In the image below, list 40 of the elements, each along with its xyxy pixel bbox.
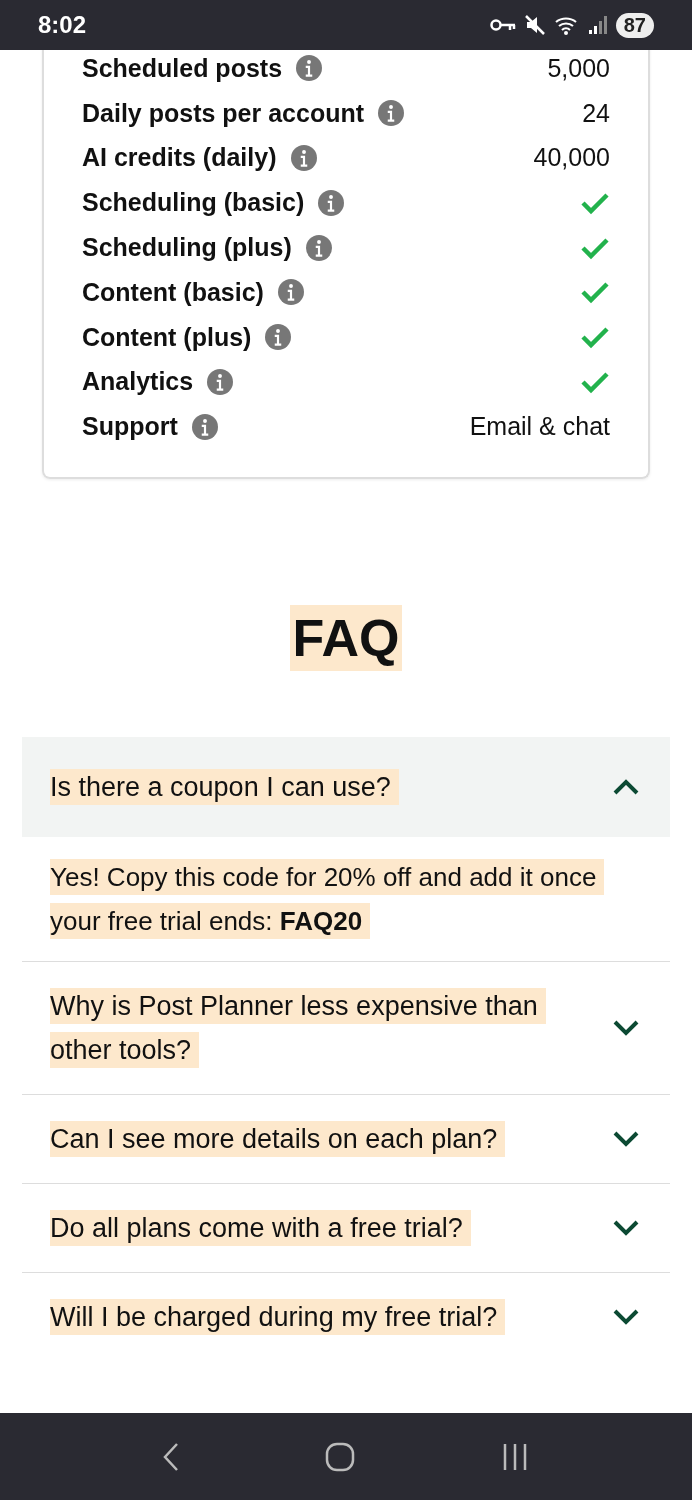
checkmark-icon (580, 280, 610, 305)
checkmark-icon (580, 190, 610, 215)
feature-label: Daily posts per account (82, 98, 365, 128)
info-icon[interactable] (296, 55, 323, 82)
home-icon[interactable] (324, 1440, 356, 1473)
feature-label: AI credits (daily) (82, 143, 277, 173)
feature-label: Scheduled posts (82, 53, 283, 83)
feature-label: Scheduling (plus) (82, 233, 292, 263)
faq-question[interactable]: Is there a coupon I can use? (22, 737, 670, 838)
chevron-down-icon (612, 1019, 640, 1038)
info-icon[interactable] (191, 413, 218, 440)
feature-value: 24 (582, 98, 610, 128)
feature-value: 40,000 (533, 143, 610, 173)
feature-label: Content (plus) (82, 322, 252, 352)
key-icon (489, 18, 516, 32)
feature-value: Email & chat (469, 412, 610, 442)
info-icon[interactable] (305, 234, 332, 261)
chevron-down-icon (612, 1219, 640, 1238)
feature-value: 5,000 (547, 53, 610, 83)
feature-label: Support (82, 412, 178, 442)
chevron-up-icon (612, 778, 640, 797)
feature-label: Content (basic) (82, 277, 264, 307)
battery-indicator: 87 (615, 12, 654, 38)
info-icon[interactable] (318, 189, 345, 216)
mute-icon (523, 14, 546, 36)
info-icon[interactable] (290, 145, 317, 171)
chevron-down-icon (612, 1308, 640, 1327)
checkmark-icon (580, 369, 610, 394)
feature-label: Analytics (82, 367, 194, 397)
info-icon[interactable] (265, 324, 292, 351)
feature-label: Scheduling (basic) (82, 188, 305, 218)
faq-heading: FAQ (289, 605, 403, 672)
info-icon[interactable] (277, 279, 304, 306)
info-icon[interactable] (207, 368, 234, 395)
chevron-down-icon (612, 1130, 640, 1149)
info-icon[interactable] (378, 100, 405, 127)
checkmark-icon (580, 325, 610, 350)
signal-icon (587, 15, 608, 35)
status-time: 8:02 (38, 11, 87, 39)
checkmark-icon (580, 235, 610, 260)
